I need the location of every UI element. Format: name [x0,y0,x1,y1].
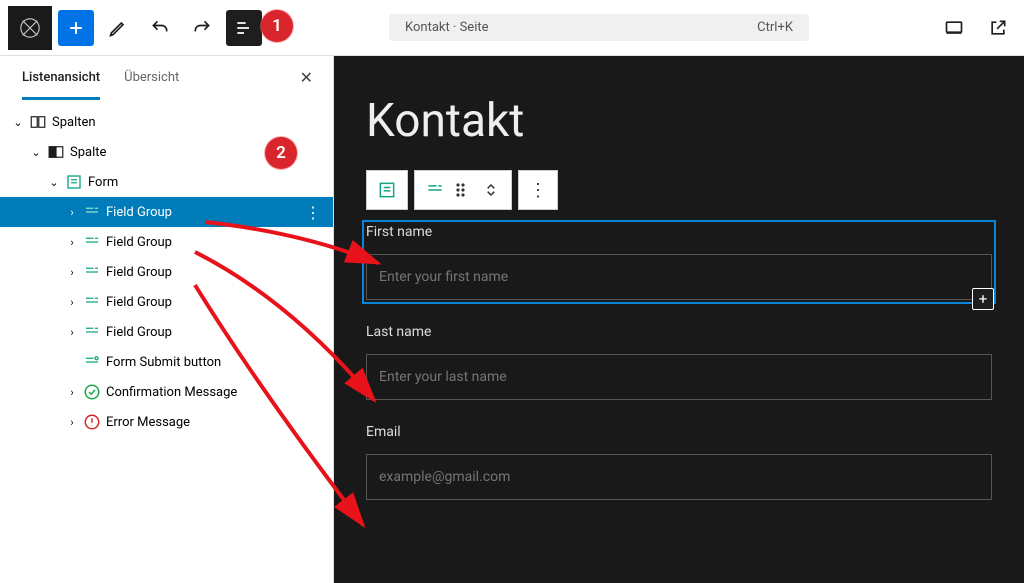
annotation-callout-2: 2 [265,137,297,169]
chevron-right-icon[interactable]: › [62,296,82,309]
close-sidebar-button[interactable]: ✕ [290,58,323,97]
last-name-input[interactable] [366,354,992,400]
annotation-callout-1: 1 [261,10,293,42]
column-icon [46,142,66,162]
tree-label: Error Message [106,415,190,430]
edit-mode-button[interactable] [100,10,136,46]
command-shortcut: Ctrl+K [757,20,793,35]
chevron-right-icon[interactable]: › [62,206,82,219]
form-icon [64,172,84,192]
field-group-icon [82,262,102,282]
chevron-down-icon[interactable]: ⌄ [26,146,46,159]
tree-label: Field Group [106,295,172,310]
tree-item-field-group[interactable]: › Field Group [0,257,333,287]
undo-button[interactable] [142,10,178,46]
list-view-button[interactable] [226,10,262,46]
field-label: Email [366,424,992,440]
tree-label: Field Group [106,325,172,340]
chevron-right-icon[interactable]: › [62,326,82,339]
chevron-right-icon[interactable]: › [62,266,82,279]
block-icon-button[interactable] [366,170,408,210]
top-right-tools [936,10,1016,46]
tree-item-confirmation[interactable]: › Confirmation Message [0,377,333,407]
tree-label: Form Submit button [106,355,221,370]
editor-canvas[interactable]: Kontakt ⋮ First name + Last name Email [334,56,1024,583]
email-input[interactable] [366,454,992,500]
list-view-sidebar: Listenansicht Übersicht ✕ ⌄ Spalten ⌄ Sp… [0,56,334,583]
tree-label: Field Group [106,235,172,250]
tree-label: Field Group [106,265,172,280]
block-toolbar: ⋮ [366,170,992,210]
add-block-inline-button[interactable]: + [972,288,994,310]
chevron-right-icon[interactable]: › [62,236,82,249]
first-name-input[interactable] [366,254,992,300]
tree-item-field-group[interactable]: › Field Group [0,317,333,347]
tree-item-field-group-selected[interactable]: › Field Group ⋮ [0,197,333,227]
chevron-down-icon[interactable]: ⌄ [8,116,28,129]
tree-item-submit-button[interactable]: › Form Submit button [0,347,333,377]
device-preview-button[interactable] [936,10,972,46]
field-label: First name [366,224,992,240]
document-title[interactable]: Kontakt · Seite Ctrl+K [389,14,809,41]
chevron-right-icon[interactable]: › [62,416,82,429]
document-title-text: Kontakt · Seite [405,20,489,35]
tree-label: Spalte [70,145,106,160]
columns-icon [28,112,48,132]
page-title[interactable]: Kontakt [366,94,992,148]
tree-item-field-group[interactable]: › Field Group [0,227,333,257]
site-logo[interactable] [8,6,52,50]
tree-label: Spalten [52,115,96,130]
tree-item-error[interactable]: › Error Message [0,407,333,437]
field-group-icon [82,232,102,252]
field-label: Last name [366,324,992,340]
tree-label: Confirmation Message [106,385,237,400]
submit-icon [82,352,102,372]
field-group-icon [82,322,102,342]
add-block-button[interactable] [58,10,94,46]
tab-list-view[interactable]: Listenansicht [10,56,112,99]
tree-label: Field Group [106,205,172,220]
tab-overview[interactable]: Übersicht [112,56,191,99]
field-email[interactable]: Email [366,424,992,500]
tree-label: Form [88,175,118,190]
field-first-name[interactable]: First name + [366,224,992,300]
tree-item-columns[interactable]: ⌄ Spalten [0,107,333,137]
document-title-bar: Kontakt · Seite Ctrl+K [268,14,930,41]
open-preview-button[interactable] [980,10,1016,46]
tree-item-form[interactable]: ⌄ Form [0,167,333,197]
redo-button[interactable] [184,10,220,46]
alert-circle-icon [82,412,102,432]
sidebar-tabs: Listenansicht Übersicht ✕ [0,56,333,99]
tree-item-field-group[interactable]: › Field Group [0,287,333,317]
row-more-button[interactable]: ⋮ [299,203,327,222]
field-last-name[interactable]: Last name [366,324,992,400]
field-group-icon [82,292,102,312]
block-layout-button[interactable] [414,170,512,210]
chevron-down-icon[interactable]: ⌄ [44,176,64,189]
field-group-icon [82,202,102,222]
check-circle-icon [82,382,102,402]
editor-top-bar: Kontakt · Seite Ctrl+K [0,0,1024,56]
block-more-button[interactable]: ⋮ [518,170,558,210]
chevron-right-icon[interactable]: › [62,386,82,399]
